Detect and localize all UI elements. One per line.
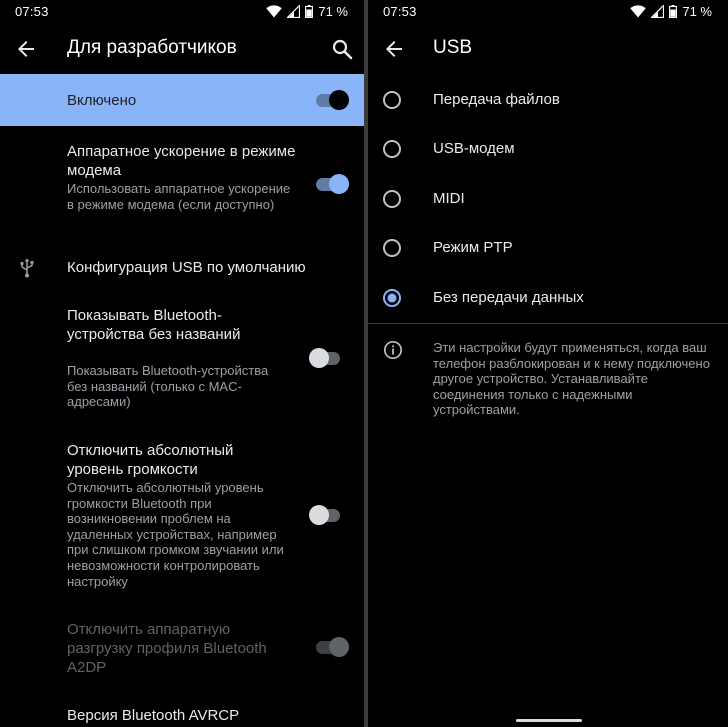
usb-option-label: Передача файлов xyxy=(433,91,560,108)
status-icons: 71 % xyxy=(266,4,348,19)
battery-icon xyxy=(669,5,678,18)
battery-level: 71 % xyxy=(682,4,712,19)
radio-unselected-icon[interactable] xyxy=(382,238,402,258)
app-bar: Для разработчиков xyxy=(0,24,364,74)
status-time: 07:53 xyxy=(383,4,417,19)
show-unnamed-bluetooth-toggle[interactable] xyxy=(309,348,343,368)
tethering-hw-accel-toggle[interactable] xyxy=(315,174,349,194)
back-arrow-icon[interactable] xyxy=(382,37,406,61)
disable-absolute-volume-toggle[interactable] xyxy=(309,505,343,525)
usb-icon xyxy=(20,258,34,278)
usb-option-label: USB-модем xyxy=(433,140,515,157)
status-time: 07:53 xyxy=(15,4,49,19)
radio-selected-icon[interactable] xyxy=(382,288,402,308)
battery-level: 71 % xyxy=(318,4,348,19)
radio-unselected-icon[interactable] xyxy=(382,189,402,209)
setting-title: Отключить абсолютный уровень громкости xyxy=(67,442,234,478)
usb-option-ptp[interactable]: Режим PTP xyxy=(368,225,728,271)
signal-icon xyxy=(651,5,665,18)
wifi-icon xyxy=(630,5,647,18)
usb-option-tethering[interactable]: USB-модем xyxy=(368,126,728,172)
info-icon xyxy=(383,340,403,360)
app-bar: USB xyxy=(368,24,728,74)
signal-icon xyxy=(287,5,301,18)
page-title: USB xyxy=(433,37,473,58)
status-icons: 71 % xyxy=(630,4,712,19)
setting-summary: Отключить абсолютный уровень громкости B… xyxy=(67,480,284,589)
setting-title: Отключить аппаратную разгрузку профиля B… xyxy=(67,621,267,676)
developer-options-screen: 07:53 71 % Для разработчиков Включено Ап… xyxy=(0,0,364,727)
divider xyxy=(368,323,728,324)
gesture-nav-handle[interactable] xyxy=(516,719,582,722)
status-bar: 07:53 71 % xyxy=(0,0,364,24)
radio-unselected-icon[interactable] xyxy=(382,90,402,110)
wifi-icon xyxy=(266,5,283,18)
usb-option-file-transfer[interactable]: Передача файлов xyxy=(368,77,728,123)
usb-option-midi[interactable]: MIDI xyxy=(368,176,728,222)
usb-option-label: Режим PTP xyxy=(433,239,513,256)
master-toggle[interactable] xyxy=(315,90,349,110)
usb-settings-screen: 07:53 71 % USB Передача файлов USB-модем… xyxy=(368,0,728,727)
setting-title: Аппаратное ускорение в режиме модема xyxy=(67,143,296,179)
back-arrow-icon[interactable] xyxy=(14,37,38,61)
setting-title: Показывать Bluetooth-устройства без назв… xyxy=(67,307,241,343)
usb-option-label: Без передачи данных xyxy=(433,289,584,306)
search-icon[interactable] xyxy=(330,37,354,61)
page-title: Для разработчиков xyxy=(67,37,237,58)
master-switch-bar[interactable]: Включено xyxy=(0,74,364,126)
setting-title: Конфигурация USB по умолчанию xyxy=(67,259,306,276)
setting-summary: Показывать Bluetooth-устройства без назв… xyxy=(67,363,269,410)
setting-summary: Использовать аппаратное ускорение в режи… xyxy=(67,181,291,212)
usb-option-no-data[interactable]: Без передачи данных xyxy=(368,275,728,321)
usb-info-footer: Эти настройки будут применяться, когда в… xyxy=(433,340,710,417)
usb-option-label: MIDI xyxy=(433,190,465,207)
radio-unselected-icon[interactable] xyxy=(382,139,402,159)
status-bar: 07:53 71 % xyxy=(368,0,728,24)
disable-a2dp-offload-toggle xyxy=(315,637,349,657)
setting-title: Версия Bluetooth AVRCP xyxy=(67,707,240,724)
master-switch-label: Включено xyxy=(67,92,137,109)
battery-icon xyxy=(305,5,314,18)
